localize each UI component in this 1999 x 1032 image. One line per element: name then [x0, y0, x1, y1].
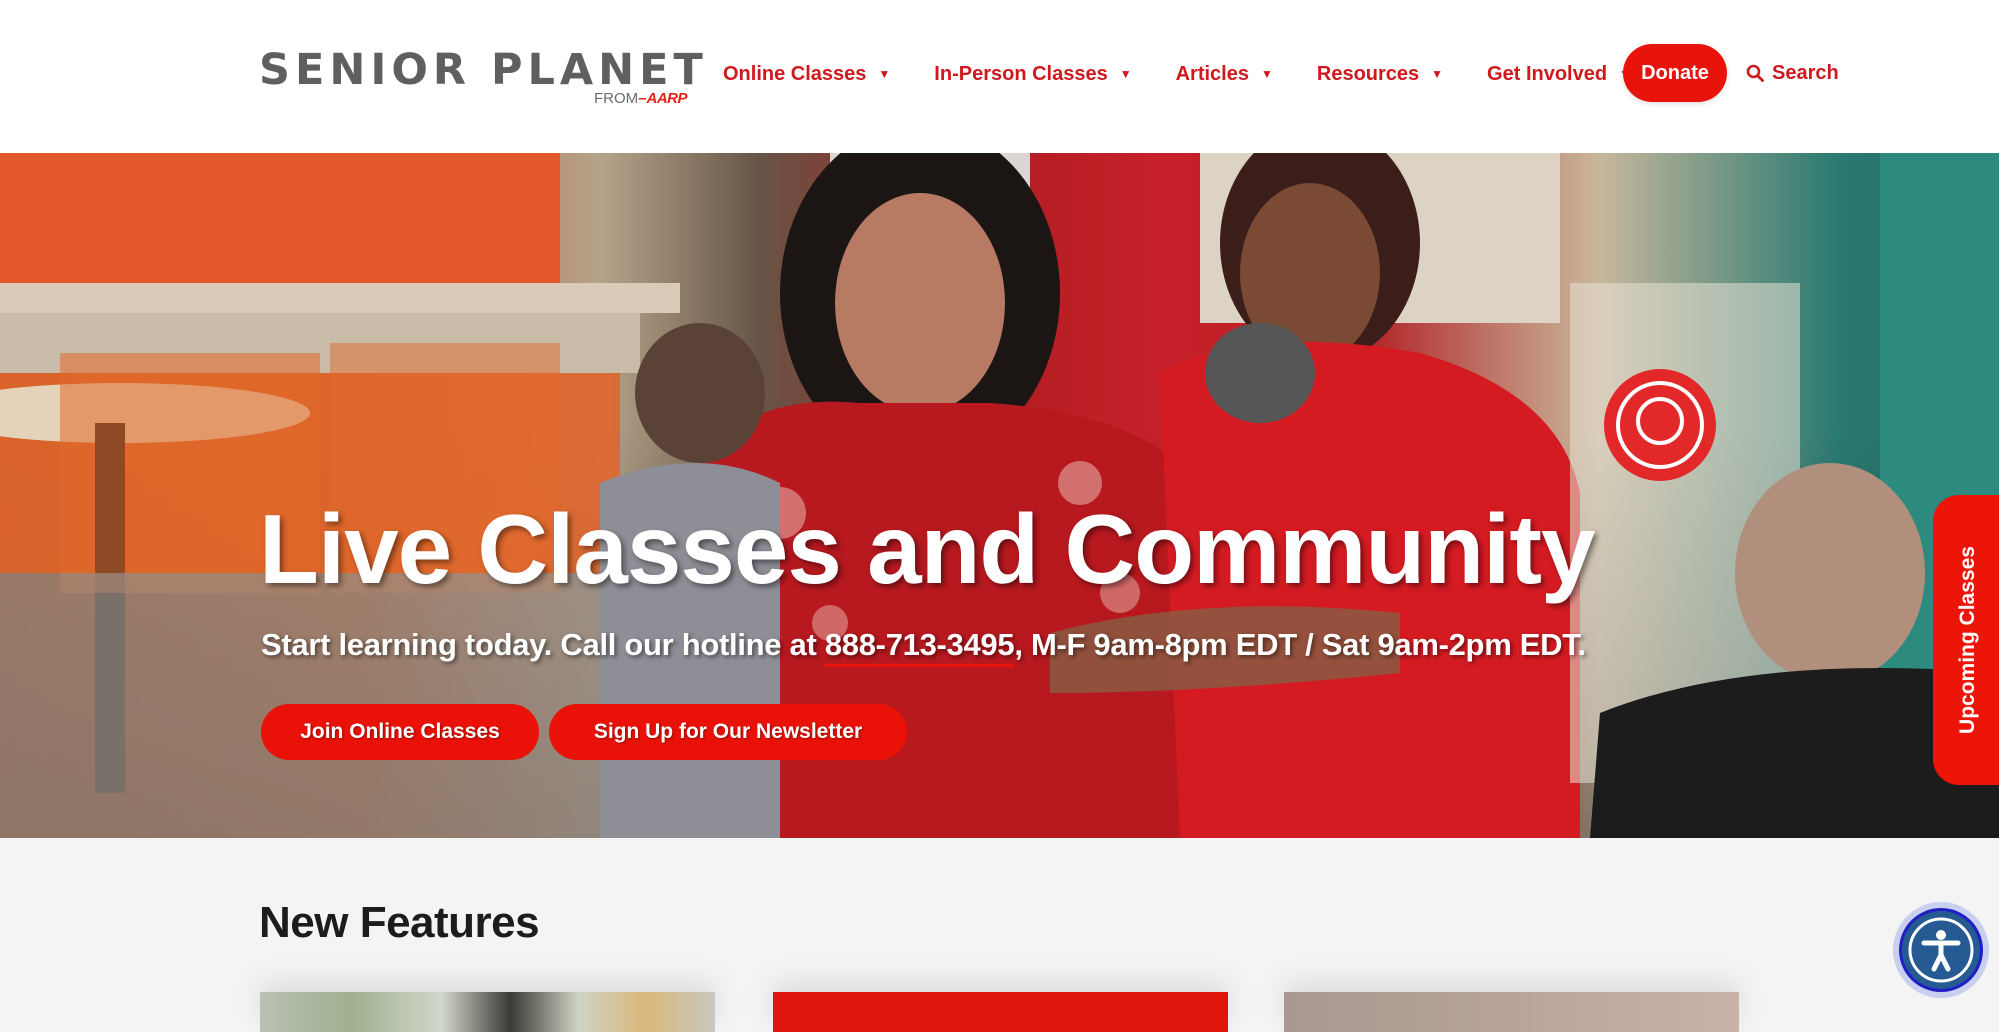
accessibility-core	[1902, 911, 1980, 989]
nav-resources[interactable]: Resources ▼	[1317, 63, 1443, 86]
nav-label: Online Classes	[723, 62, 867, 85]
feature-card[interactable]	[1284, 992, 1739, 1032]
main-nav: Online Classes ▼ In-Person Classes ▼ Art…	[723, 56, 1631, 92]
nav-online-classes[interactable]: Online Classes ▼	[723, 63, 890, 86]
accessibility-icon	[1908, 917, 1974, 983]
new-features-section: New Features	[0, 838, 1999, 1032]
logo-wordmark: SENIOR PLANET	[259, 45, 708, 95]
hero-title: Live Classes and Community	[259, 494, 1596, 604]
nav-label: Get Involved	[1487, 62, 1608, 85]
caret-down-icon: ▼	[878, 67, 891, 81]
newsletter-signup-button[interactable]: Sign Up for Our Newsletter	[549, 704, 907, 760]
nav-get-involved[interactable]: Get Involved ▼	[1487, 63, 1631, 86]
section-title: New Features	[259, 898, 540, 947]
feature-card[interactable]	[773, 992, 1228, 1032]
subtitle-suffix: , M-F 9am-8pm EDT / Sat 9am-2pm EDT.	[1014, 627, 1586, 662]
site-header: SENIOR PLANET FROM–AARP Online Classes ▼…	[0, 0, 1999, 153]
accessibility-ring	[1899, 908, 1983, 992]
nav-label: Articles	[1175, 62, 1249, 85]
hero-subtitle: Start learning today. Call our hotline a…	[261, 627, 1586, 667]
upcoming-classes-tab[interactable]: Upcoming Classes	[1933, 495, 1999, 785]
accessibility-button[interactable]	[1893, 902, 1989, 998]
logo-from-label: FROM	[593, 90, 639, 107]
nav-label: In-Person Classes	[934, 62, 1108, 85]
subtitle-prefix: Start learning today. Call our hotline a…	[261, 627, 825, 662]
nav-articles[interactable]: Articles ▼	[1176, 63, 1273, 86]
nav-in-person-classes[interactable]: In-Person Classes ▼	[934, 63, 1131, 86]
search-label: Search	[1772, 61, 1839, 84]
hotline-phone-link[interactable]: 888-713-3495	[824, 627, 1015, 667]
feature-card[interactable]	[260, 992, 715, 1032]
join-online-classes-button[interactable]: Join Online Classes	[261, 704, 539, 760]
donate-button[interactable]: Donate	[1623, 44, 1727, 102]
nav-label: Resources	[1316, 62, 1420, 85]
senior-planet-logo[interactable]: SENIOR PLANET FROM–AARP	[259, 48, 703, 110]
aarp-logo: AARP	[646, 90, 687, 107]
hero-banner: Live Classes and Community Start learnin…	[0, 153, 1999, 838]
logo-from-aarp: FROM–AARP	[593, 90, 688, 107]
caret-down-icon: ▼	[1260, 67, 1273, 81]
caret-down-icon: ▼	[1119, 67, 1132, 81]
upcoming-classes-label: Upcoming Classes	[1956, 546, 1979, 734]
search-icon	[1746, 64, 1764, 82]
search-button[interactable]: Search	[1746, 56, 1839, 90]
caret-down-icon: ▼	[1431, 67, 1444, 81]
